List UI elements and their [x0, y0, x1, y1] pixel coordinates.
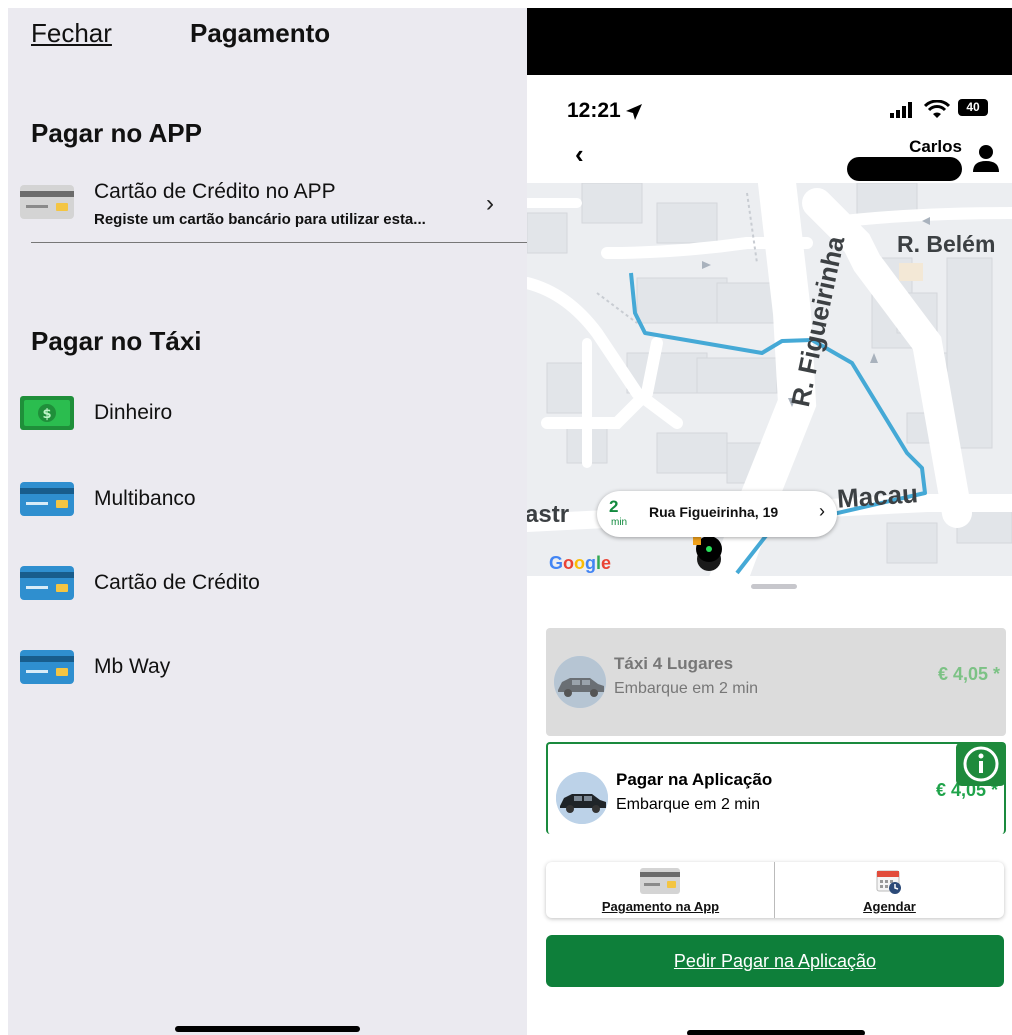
chevron-right-icon: › — [486, 190, 494, 217]
car-icon — [554, 656, 606, 708]
street-label-macau: Macau — [836, 478, 919, 514]
ride-option-taxi4[interactable]: Táxi 4 Lugares Embarque em 2 min € 4,05 … — [546, 628, 1006, 736]
booking-panel: 12:21 40 ‹ Carlos R. Figueirinha R. Belé… — [527, 8, 1012, 1035]
payment-panel: Fechar Pagamento Pagar no APP Cartão de … — [8, 8, 527, 1035]
payment-option-label: Multibanco — [94, 487, 196, 510]
card-icon — [20, 650, 74, 684]
ride-option-title: Táxi 4 Lugares — [614, 654, 734, 673]
location-arrow-icon — [626, 104, 642, 120]
street-label-castro: astr — [527, 501, 570, 528]
info-icon — [963, 746, 999, 782]
home-indicator — [175, 1026, 360, 1032]
schedule-label: Agendar — [863, 899, 916, 914]
payment-method-button[interactable]: Pagamento na App — [546, 862, 775, 918]
status-time: 12:21 — [567, 99, 621, 122]
ride-option-price: € 4,05 * — [937, 664, 1000, 684]
pickup-address: Rua Figueirinha, 19 — [649, 504, 779, 520]
payment-option-label: Dinheiro — [94, 401, 173, 424]
calendar-icon — [876, 870, 901, 894]
nav-bar: ‹ Carlos — [527, 135, 1012, 185]
user-icon[interactable] — [972, 143, 1000, 173]
close-button[interactable]: Fechar — [31, 18, 112, 49]
wifi-icon — [924, 100, 950, 118]
sheet-grabber[interactable] — [751, 584, 797, 589]
payment-option-multibanco[interactable]: Multibanco — [20, 474, 527, 524]
app-option-label: Cartão de Crédito no APP — [94, 180, 336, 203]
bottom-sheet: Táxi 4 Lugares Embarque em 2 min € 4,05 … — [527, 576, 1012, 1035]
redaction-bar — [847, 157, 962, 181]
battery-icon: 40 — [958, 99, 988, 116]
back-chevron-icon[interactable]: ‹ — [575, 139, 584, 170]
schedule-button[interactable]: Agendar — [775, 862, 1004, 918]
signal-icon — [890, 102, 912, 118]
user-name: Carlos — [909, 137, 962, 156]
credit-card-gray-icon — [640, 868, 680, 894]
chevron-right-icon: › — [819, 501, 825, 521]
credit-card-gray-icon — [20, 185, 74, 219]
top-bar — [527, 8, 1012, 75]
eta-unit: min — [611, 517, 628, 528]
payment-option-label: Cartão de Crédito — [94, 571, 260, 594]
page-title: Pagamento — [190, 18, 331, 48]
street-label-belem: R. Belém — [897, 231, 996, 257]
payment-option-cash[interactable]: $ Dinheiro — [20, 388, 527, 438]
action-segment: Pagamento na App Agendar — [546, 862, 1004, 918]
cash-icon: $ — [20, 396, 74, 430]
google-logo: Google — [549, 553, 612, 573]
status-bar: 12:21 40 — [527, 75, 1012, 135]
card-icon — [20, 566, 74, 600]
address-pill[interactable]: 2 min Rua Figueirinha, 19 › — [597, 491, 837, 537]
home-indicator — [687, 1030, 865, 1035]
payment-option-mbway[interactable]: Mb Way — [20, 642, 527, 692]
car-icon — [556, 772, 608, 824]
ride-option-subtitle: Embarque em 2 min — [616, 796, 761, 813]
eta-value: 2 — [609, 497, 619, 516]
info-button[interactable] — [956, 742, 1006, 786]
ride-option-app-payment[interactable]: Pagar na Aplicação Embarque em 2 min € 4… — [546, 742, 1006, 834]
app-option-subtitle: Registe um cartão bancário para utilizar… — [94, 211, 426, 228]
ride-option-subtitle: Embarque em 2 min — [614, 680, 759, 697]
ride-option-title: Pagar na Aplicação — [616, 770, 773, 789]
screen: Fechar Pagamento Pagar no APP Cartão de … — [0, 0, 1012, 1035]
section-heading-taxi: Pagar no Táxi — [31, 326, 202, 356]
card-icon — [20, 482, 74, 516]
svg-text:$: $ — [42, 407, 51, 422]
map-view[interactable]: R. Figueirinha R. Belém Macau astr 2 min… — [527, 183, 1012, 583]
payment-option-credit-card[interactable]: Cartão de Crédito — [20, 558, 527, 608]
divider — [31, 242, 527, 243]
payment-method-label: Pagamento na App — [601, 899, 720, 914]
section-heading-app: Pagar no APP — [31, 118, 202, 148]
payment-option-label: Mb Way — [94, 655, 171, 678]
request-ride-button[interactable]: Pedir Pagar na Aplicação — [546, 935, 1004, 987]
